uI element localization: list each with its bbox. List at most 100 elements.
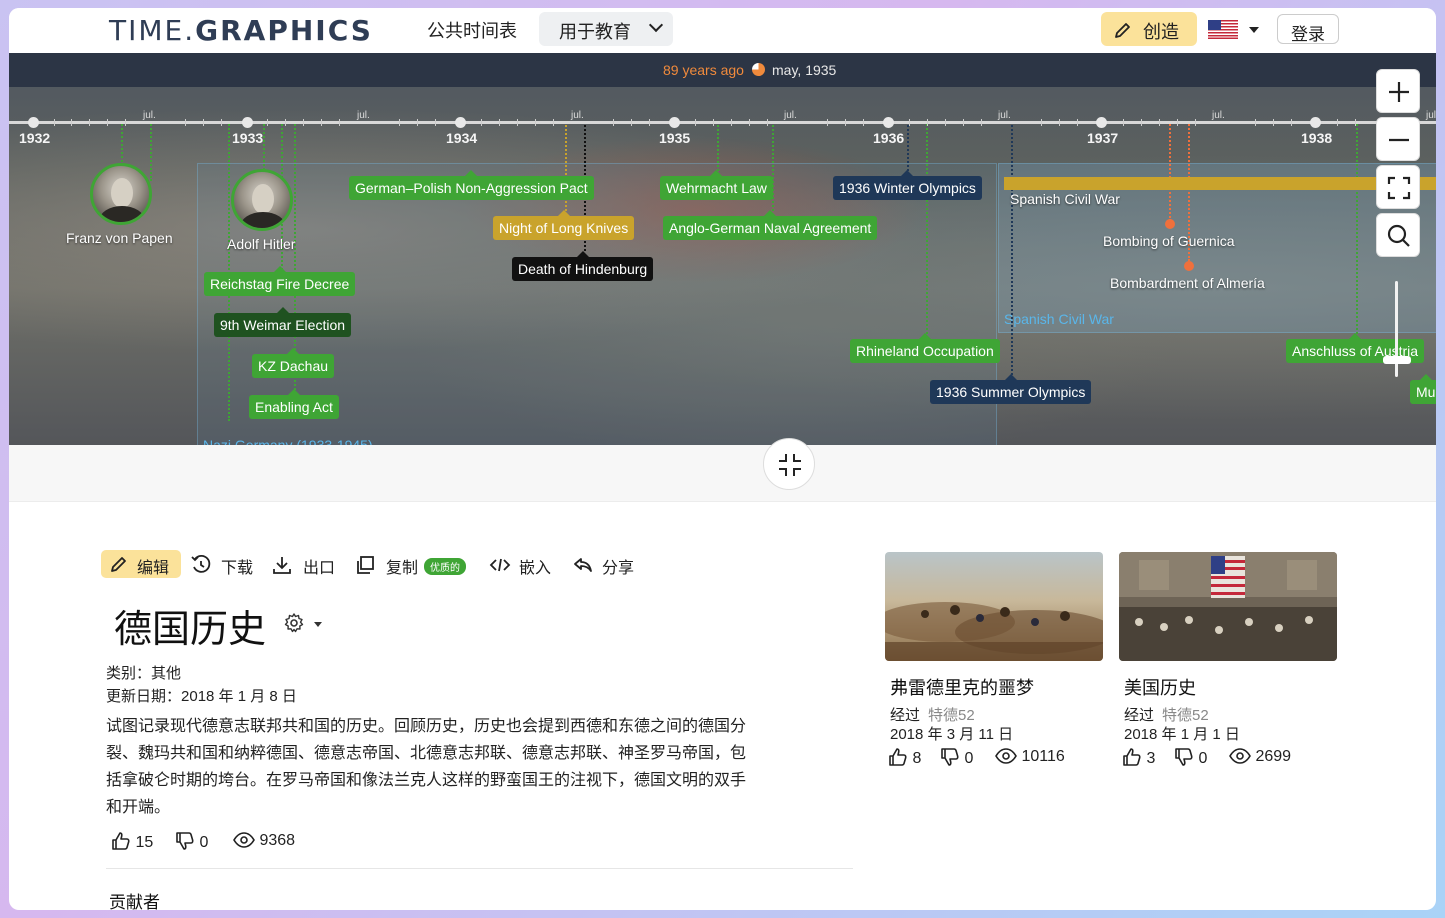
- event-bombing-of-guernica[interactable]: Bombing of Guernica: [1103, 233, 1235, 249]
- export-button[interactable]: 出口: [271, 550, 335, 578]
- top-header: TIME.GRAPHICS 公共时间表 用于教育 创造 登录: [9, 8, 1436, 53]
- fullscreen-button[interactable]: [1376, 165, 1420, 209]
- edit-button[interactable]: 编辑: [101, 550, 181, 578]
- eye-icon: [233, 832, 255, 848]
- pie-indicator-icon: [752, 63, 765, 76]
- copy-icon: [357, 556, 374, 574]
- axis-tick: [435, 119, 436, 126]
- event-winter-olympics[interactable]: 1936 Winter Olympics: [833, 170, 982, 200]
- create-label: 创造: [1143, 22, 1179, 42]
- zoom-in-button[interactable]: [1376, 69, 1420, 113]
- marker-line: [717, 121, 719, 171]
- month-label: jul.: [357, 110, 370, 121]
- axis-tick: [1141, 119, 1142, 126]
- card-like-button[interactable]: 3: [1122, 748, 1155, 768]
- event-weimar-election[interactable]: 9th Weimar Election: [214, 307, 352, 337]
- card-dislike-button[interactable]: 0: [1174, 748, 1207, 768]
- month-label: jul.: [998, 110, 1011, 121]
- search-button[interactable]: [1376, 213, 1420, 257]
- contributors-heading: 贡献者: [109, 893, 160, 910]
- nav-education-dropdown[interactable]: 用于教育: [539, 12, 673, 46]
- range-label-nazi-germany[interactable]: Nazi Germany (1933-1945): [203, 437, 373, 445]
- create-button[interactable]: 创造: [1101, 12, 1197, 46]
- axis-tick: [553, 119, 554, 126]
- event-summer-olympics[interactable]: 1936 Summer Olympics: [930, 374, 1092, 404]
- share-icon: [574, 558, 592, 572]
- dislike-button[interactable]: 0: [175, 832, 208, 852]
- axis-tick: [107, 119, 108, 126]
- site-logo[interactable]: TIME.GRAPHICS: [109, 14, 373, 47]
- nav-education-label: 用于教育: [559, 22, 631, 42]
- login-button[interactable]: 登录: [1277, 14, 1339, 44]
- settings-caret-icon[interactable]: [314, 622, 322, 627]
- month-label: jul.: [1212, 110, 1225, 121]
- event-night-of-long-knives[interactable]: Night of Long Knives: [493, 210, 635, 240]
- card-dislike-button[interactable]: 0: [940, 748, 973, 768]
- zoom-slider-thumb[interactable]: [1383, 356, 1411, 364]
- card-date: 2018 年 1 月 1 日: [1124, 726, 1240, 743]
- share-button[interactable]: 分享: [572, 550, 634, 578]
- event-death-of-hindenburg[interactable]: Death of Hindenburg: [512, 251, 654, 281]
- event-munich-partial[interactable]: Mu: [1410, 374, 1436, 404]
- spanish-civil-war-bar[interactable]: [1004, 177, 1436, 190]
- axis-tick: [1059, 119, 1060, 126]
- axis-tick: [695, 119, 696, 126]
- collapse-timeline-button[interactable]: [763, 438, 815, 490]
- axis-tick: [1195, 119, 1196, 126]
- axis-tick: [1077, 119, 1078, 126]
- portrait-adolf-hitler[interactable]: [231, 169, 293, 231]
- event-bombardment-of-almeria[interactable]: Bombardment of Almería: [1110, 275, 1265, 291]
- download-button[interactable]: 下载: [190, 550, 253, 578]
- event-enabling-act[interactable]: Enabling Act: [249, 389, 339, 419]
- eye-icon: [995, 748, 1017, 764]
- fullscreen-icon: [1387, 176, 1411, 200]
- axis-tick: [1291, 119, 1292, 126]
- zoom-out-button[interactable]: [1376, 117, 1420, 161]
- axis-tick: [845, 119, 846, 126]
- event-wehrmacht-law[interactable]: Wehrmacht Law: [660, 170, 773, 200]
- gear-icon[interactable]: [283, 612, 305, 634]
- event-german-polish-pact[interactable]: German–Polish Non-Aggression Pact: [349, 170, 594, 200]
- event-rhineland-occupation[interactable]: Rhineland Occupation: [850, 333, 1000, 363]
- card-title[interactable]: 美国历史: [1124, 674, 1196, 700]
- updated-value: 2018 年 1 月 8 日: [181, 688, 297, 705]
- axis-tick: [1337, 119, 1338, 126]
- event-anglo-german-naval[interactable]: Anglo-German Naval Agreement: [663, 210, 878, 240]
- portrait-franz-von-papen[interactable]: [90, 163, 152, 225]
- person-label[interactable]: Franz von Papen: [66, 230, 173, 246]
- year-dot: [1310, 117, 1321, 128]
- axis-tick: [417, 119, 418, 126]
- axis-tick: [981, 119, 982, 126]
- copy-button[interactable]: 复制 优质的: [354, 550, 467, 578]
- card-like-button[interactable]: 8: [888, 748, 921, 768]
- card-author[interactable]: 特德52: [1162, 707, 1209, 724]
- year-label: 1934: [446, 130, 478, 146]
- axis-tick: [731, 119, 732, 126]
- like-button[interactable]: 15: [111, 832, 153, 852]
- us-flag-icon[interactable]: [1208, 20, 1238, 39]
- event-spanish-civil-war[interactable]: Spanish Civil War: [1010, 191, 1120, 207]
- timeline-viewport[interactable]: 89 years ago may, 1935 Nazi Germany (193…: [9, 53, 1436, 445]
- person-label[interactable]: Adolf Hitler: [227, 236, 295, 252]
- year-dot: [883, 117, 894, 128]
- event-dot[interactable]: [1165, 219, 1175, 229]
- range-label-spanish-civil-war[interactable]: Spanish Civil War: [1004, 311, 1114, 327]
- card-thumbnail-battle-painting[interactable]: [885, 552, 1103, 661]
- event-dot[interactable]: [1184, 261, 1194, 271]
- thumbs-down-icon: [941, 748, 959, 766]
- timeline-date-bar: 89 years ago may, 1935: [9, 53, 1436, 87]
- nav-public-timelines[interactable]: 公共时间表: [427, 17, 517, 43]
- language-caret-icon[interactable]: [1249, 27, 1259, 33]
- embed-button[interactable]: 嵌入: [489, 550, 551, 578]
- eye-icon: [1229, 748, 1251, 764]
- event-reichstag-fire-decree[interactable]: Reichstag Fire Decree: [204, 266, 356, 296]
- marker-line: [926, 121, 928, 341]
- card-thumbnail-congress-painting[interactable]: [1119, 552, 1337, 661]
- axis-tick: [54, 119, 55, 126]
- card-date: 2018 年 3 月 11 日: [890, 726, 1014, 743]
- event-kz-dachau[interactable]: KZ Dachau: [252, 348, 335, 378]
- category-text: 类别：其他: [106, 665, 182, 682]
- card-title[interactable]: 弗雷德里克的噩梦: [890, 674, 1034, 700]
- card-author[interactable]: 特德52: [928, 707, 975, 724]
- axis-tick: [713, 119, 714, 126]
